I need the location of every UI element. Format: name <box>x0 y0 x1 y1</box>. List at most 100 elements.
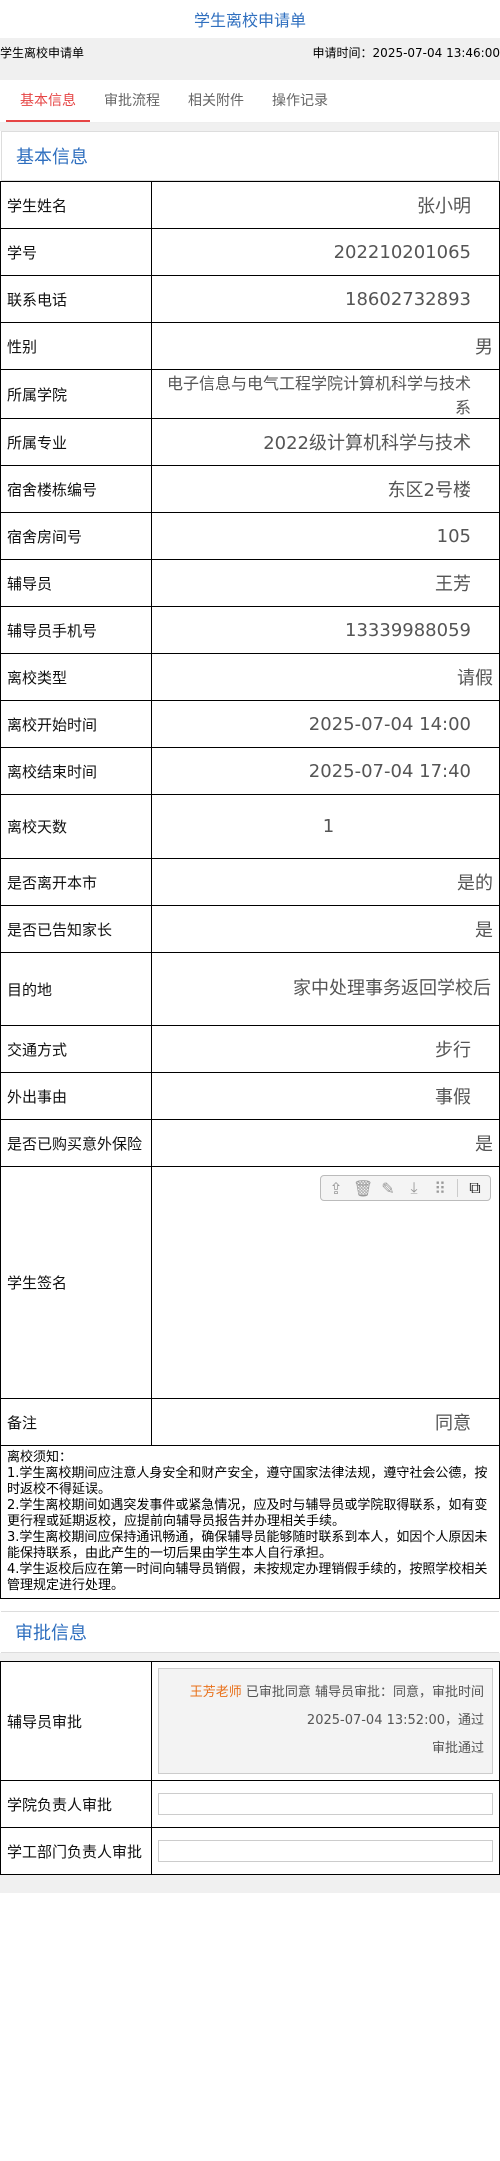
field-row: 外出事由 事假 <box>0 1072 500 1120</box>
field-value: 张小明 <box>151 181 500 229</box>
signature-label: 学生签名 <box>0 1166 152 1399</box>
field-label: 离校天数 <box>0 794 152 859</box>
form-name: 学生离校申请单 <box>0 46 85 60</box>
upload-icon[interactable]: ⇪ <box>327 1179 345 1198</box>
field-value: 电子信息与电气工程学院计算机科学与技术系 <box>151 369 500 419</box>
field-value: 是的 <box>151 858 500 906</box>
field-label: 联系电话 <box>0 275 152 323</box>
remark-row: 备注 同意 <box>0 1398 500 1446</box>
field-label: 离校类型 <box>0 653 152 701</box>
field-row: 是否已告知家长是 <box>0 905 500 953</box>
field-row: 性别男 <box>0 322 500 370</box>
tab-basic-info[interactable]: 基本信息 <box>6 80 90 122</box>
approval-row: 学工部门负责人审批 <box>0 1827 500 1875</box>
approval-table: 辅导员审批 王芳老师 已审批同意 辅导员审批：同意，审批时间 2025-07-0… <box>0 1661 500 1875</box>
field-value: 2025-07-04 17:40 <box>151 747 500 795</box>
tab-records[interactable]: 操作记录 <box>258 80 342 122</box>
field-label: 交通方式 <box>0 1025 152 1073</box>
signature-row: 学生签名 ⇪ 🗑 ✎ ⤓ ⠿ ⧉ <box>0 1166 500 1399</box>
leave-notes: 离校须知： 1.学生离校期间应注意人身安全和财产安全，遵守国家法律法规，遵守社会… <box>0 1446 500 1599</box>
field-value: 18602732893 <box>151 275 500 323</box>
approval-cell <box>151 1780 500 1828</box>
field-row: 交通方式 步行 <box>0 1025 500 1073</box>
footer-divider <box>0 1875 500 1893</box>
app-title: 学生离校申请单 <box>193 11 306 30</box>
approver-name: 王芳老师 <box>189 1685 242 1700</box>
college-approval-input[interactable] <box>158 1793 493 1815</box>
field-label: 宿舍楼栋编号 <box>0 465 152 513</box>
approval-text: 已审批同意 辅导员审批：同意，审批时间 2025-07-04 13:52:00，… <box>245 1685 484 1728</box>
field-value: 王芳 <box>151 559 500 607</box>
tab-attachments[interactable]: 相关附件 <box>174 80 258 122</box>
dept-approval-input[interactable] <box>158 1840 493 1862</box>
basic-info-card: 基本信息 <box>1 131 499 181</box>
approval-row: 学院负责人审批 <box>0 1780 500 1828</box>
field-value: 是 <box>151 905 500 953</box>
field-label: 辅导员 <box>0 559 152 607</box>
external-link-icon[interactable]: ⧉ <box>466 1178 484 1198</box>
field-row: 辅导员 王芳 <box>0 559 500 607</box>
field-row: 离校开始时间 2025-07-04 14:00 <box>0 700 500 748</box>
field-row: 所属专业 2022级计算机科学与技术 <box>0 418 500 466</box>
field-value: 东区2号楼 <box>151 465 500 513</box>
signature-toolbar: ⇪ 🗑 ✎ ⤓ ⠿ ⧉ <box>320 1175 491 1201</box>
field-row: 学生姓名 张小明 <box>0 181 500 229</box>
field-label: 离校开始时间 <box>0 700 152 748</box>
drag-handle-icon[interactable]: ⠿ <box>431 1179 449 1198</box>
field-value: 是 <box>151 1119 500 1167</box>
section-title-basic: 基本信息 <box>16 147 88 168</box>
approval-label: 辅导员审批 <box>0 1661 152 1781</box>
field-value: 男 <box>151 322 500 370</box>
field-label: 性别 <box>0 322 152 370</box>
field-row: 所属学院 电子信息与电气工程学院计算机科学与技术系 <box>0 369 500 419</box>
field-label: 是否已购买意外保险 <box>0 1119 152 1167</box>
field-row: 宿舍房间号 105 <box>0 512 500 560</box>
remark-value: 同意 <box>151 1398 500 1446</box>
field-value: 13339988059 <box>151 606 500 654</box>
divider <box>0 1653 500 1661</box>
field-value: 1 <box>151 794 500 859</box>
approval-cell: 王芳老师 已审批同意 辅导员审批：同意，审批时间 2025-07-04 13:5… <box>151 1661 500 1781</box>
approval-row: 辅导员审批 王芳老师 已审批同意 辅导员审批：同意，审批时间 2025-07-0… <box>0 1661 500 1781</box>
field-label: 宿舍房间号 <box>0 512 152 560</box>
approval-history: 王芳老师 已审批同意 辅导员审批：同意，审批时间 2025-07-04 13:5… <box>158 1668 493 1774</box>
tab-approval-flow[interactable]: 审批流程 <box>90 80 174 122</box>
field-row: 学号 202210201065 <box>0 228 500 276</box>
edit-icon[interactable]: ✎ <box>379 1179 397 1198</box>
notes-item: 1.学生离校期间应注意人身安全和财产安全，遵守国家法律法规，遵守社会公德，按时返… <box>7 1466 488 1497</box>
field-row: 是否已购买意外保险是 <box>0 1119 500 1167</box>
title-bar: 学生离校申请单 <box>0 0 500 38</box>
divider <box>0 123 500 131</box>
field-row: 辅导员手机号 13339988059 <box>0 606 500 654</box>
download-icon[interactable]: ⤓ <box>405 1178 423 1198</box>
notes-title: 离校须知： <box>7 1450 73 1465</box>
field-label: 辅导员手机号 <box>0 606 152 654</box>
notes-item: 2.学生离校期间如遇突发事件或紧急情况，应及时与辅导员或学院取得联系，如有变更行… <box>7 1498 488 1529</box>
approval-cell <box>151 1827 500 1875</box>
approval-label: 学工部门负责人审批 <box>0 1827 152 1875</box>
field-row: 目的地 家中处理事务返回学校后 <box>0 952 500 1026</box>
field-row: 是否离开本市 是的 <box>0 858 500 906</box>
field-value: 2022级计算机科学与技术 <box>151 418 500 466</box>
notes-item: 4.学生返校后应在第一时间向辅导员销假，未按规定办理销假手续的，按照学校相关管理… <box>7 1562 488 1593</box>
field-label: 学号 <box>0 228 152 276</box>
meta-bar: 学生离校申请单 申请时间：2025-07-04 13:46:00 <box>0 38 500 80</box>
field-value: 2025-07-04 14:00 <box>151 700 500 748</box>
approval-status: 审批通过 <box>431 1741 484 1756</box>
field-value: 事假 <box>151 1072 500 1120</box>
remark-label: 备注 <box>0 1398 152 1446</box>
tab-bar: 基本信息 审批流程 相关附件 操作记录 <box>0 80 500 123</box>
field-label: 所属学院 <box>0 369 152 419</box>
apply-time: 申请时间：2025-07-04 13:46:00 <box>312 46 500 60</box>
approval-card: 审批信息 <box>1 1611 499 1653</box>
field-value: 家中处理事务返回学校后 <box>151 952 500 1026</box>
field-row: 联系电话 18602732893 <box>0 275 500 323</box>
toolbar-divider <box>457 1179 458 1197</box>
field-value: 105 <box>151 512 500 560</box>
trash-icon[interactable]: 🗑 <box>353 1179 373 1198</box>
field-value: 202210201065 <box>151 228 500 276</box>
field-row: 离校类型 请假 <box>0 653 500 701</box>
signature-pad[interactable]: ⇪ 🗑 ✎ ⤓ ⠿ ⧉ <box>151 1166 500 1399</box>
notes-item: 3.学生离校期间应保持通讯畅通，确保辅导员能够随时联系到本人，如因个人原因未能保… <box>7 1530 488 1561</box>
field-value: 步行 <box>151 1025 500 1073</box>
